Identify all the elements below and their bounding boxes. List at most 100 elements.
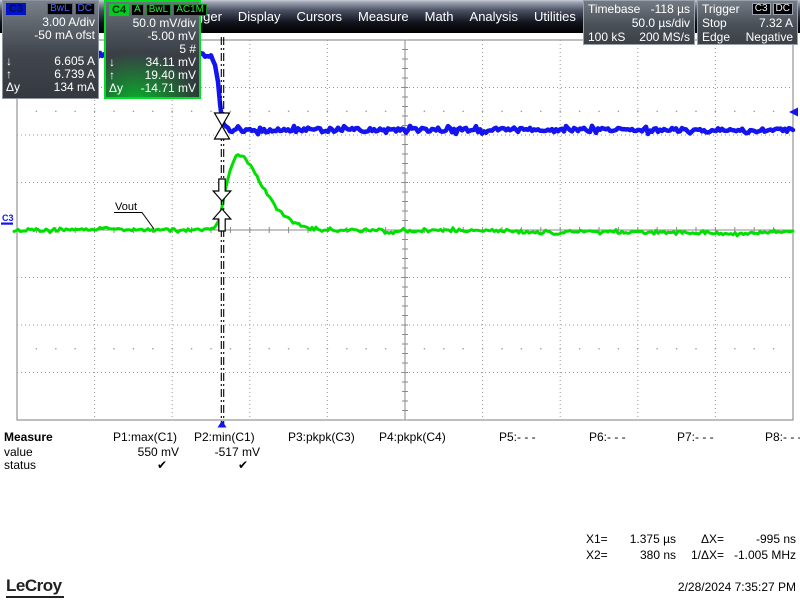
channel-badge-c3[interactable]: C3 (6, 3, 26, 15)
trigger-level: 7.32 A (759, 16, 793, 30)
grid-dot (230, 110, 232, 112)
grid-dot (249, 348, 251, 350)
grid-dot (385, 110, 387, 112)
grid-dot (753, 110, 755, 112)
grid-dot (443, 110, 445, 112)
grid-dot (501, 348, 503, 350)
grid-dot (656, 110, 658, 112)
channel-zero-marker-c3: C3 (2, 213, 14, 223)
timebase-delay: -118 µs (651, 2, 690, 16)
grid-dot (94, 348, 96, 350)
measure-param-label[interactable]: P1:max(C1) (113, 430, 183, 444)
cursor-readout: X1= 1.375 µs ΔX= -995 ns X2= 380 ns 1/ΔX… (586, 531, 798, 563)
grid-dot (521, 110, 523, 112)
grid-dot (288, 348, 290, 350)
grid-dot (579, 110, 581, 112)
dx-label: ΔX= (676, 531, 724, 547)
grid-dot (734, 110, 736, 112)
grid-dot (443, 348, 445, 350)
grid-dot (365, 348, 367, 350)
x1-label: X1= (586, 531, 616, 547)
measure-param-value: 550 mV (113, 445, 179, 459)
measure-param-label[interactable]: P8:- - - (765, 430, 800, 444)
grid-dot (171, 348, 173, 350)
grid-dot (365, 110, 367, 112)
trigger-kind: Edge (702, 30, 730, 44)
measure-param-label[interactable]: P3:pkpk(C3) (288, 430, 358, 444)
grid-dot (598, 110, 600, 112)
grid-dot (74, 348, 76, 350)
timebase-box[interactable]: Timebase -118 µs 50.0 µs/div 100 kS 200 … (583, 0, 695, 45)
grid-dot (540, 348, 542, 350)
measure-param-3: P3:pkpk(C3) (288, 430, 358, 444)
timebase-title: Timebase (588, 2, 640, 16)
grid-dot (249, 110, 251, 112)
measure-param-4: P4:pkpk(C4) (379, 430, 449, 444)
grid-dot (637, 110, 639, 112)
channel-descriptor-c3[interactable]: C3 BwLDC 3.00 A/div -50 mA ofst ↓6.605 A… (2, 0, 99, 99)
grid-dot (55, 348, 57, 350)
grid-dot (559, 110, 561, 112)
c3-offset: -50 mA ofst (6, 29, 95, 42)
grid-dot (773, 110, 775, 112)
trigger-title: Trigger (702, 2, 740, 16)
badge-bwl: BwL (146, 4, 171, 16)
lecroy-logo: LeCroy (6, 576, 64, 598)
measure-param-label[interactable]: P5:- - - (499, 430, 569, 444)
channel-badge-c4[interactable]: C4 (109, 4, 129, 16)
trigger-badge-dc: DC (773, 3, 793, 15)
grid-dot (695, 348, 697, 350)
grid-dot (210, 348, 212, 350)
timebase-rate: 200 MS/s (639, 30, 690, 44)
grid-dot (482, 348, 484, 350)
trigger-badges: C3DC (752, 3, 793, 15)
badge-a: A (131, 4, 144, 16)
channel-descriptor-c4[interactable]: C4 ABwLAC1M 50.0 mV/div -5.00 mV 5 # ↓34… (104, 0, 201, 99)
measure-param-label[interactable]: P4:pkpk(C4) (379, 430, 449, 444)
vout-trace[interactable] (14, 155, 793, 236)
channel-zero-marker-underline (1, 223, 13, 225)
measure-param-1: P1:max(C1)550 mV✔ (113, 430, 183, 444)
grid-dot (715, 348, 717, 350)
grid-dot (424, 348, 426, 350)
badge-dc: DC (75, 3, 95, 15)
x2-label: X2= (586, 547, 616, 563)
oscilloscope-screen: FileVerticalTimebaseTriggerDisplayCursor… (0, 0, 800, 600)
grid-dot (74, 110, 76, 112)
grid-dot (462, 110, 464, 112)
grid-dot (462, 348, 464, 350)
grid-dot (792, 348, 794, 350)
grid-dot (268, 348, 270, 350)
measure-param-label[interactable]: P2:min(C1) (194, 430, 264, 444)
dx-value: -995 ns (724, 531, 796, 547)
measure-param-8: P8:- - - (765, 430, 800, 444)
trigger-time-icon[interactable] (218, 421, 227, 428)
measure-title: Measure (4, 430, 53, 444)
grid-dot (637, 348, 639, 350)
trigger-slope: Negative (746, 30, 793, 44)
measure-param-label[interactable]: P7:- - - (677, 430, 747, 444)
grid-dot (327, 110, 329, 112)
invdx-value: -1.005 MHz (724, 547, 796, 563)
measure-param-label[interactable]: P6:- - - (589, 430, 659, 444)
measure-param-5: P5:- - - (499, 430, 569, 444)
grid-dot (36, 348, 38, 350)
grid-dot (113, 110, 115, 112)
c4-cursor-delta: -14.71 mV (141, 82, 196, 95)
vout-label: Vout (115, 201, 137, 213)
grid-dot (656, 348, 658, 350)
grid-dot (346, 110, 348, 112)
grid-dot (230, 348, 232, 350)
trigger-box[interactable]: Trigger C3DC Stop 7.32 A Edge Negative (697, 0, 798, 45)
grid-dot (618, 110, 620, 112)
grid-dot (152, 110, 154, 112)
trigger-mode: Stop (702, 16, 727, 30)
grid-dot (579, 348, 581, 350)
grid-dot (113, 348, 115, 350)
grid-dot (191, 348, 193, 350)
grid-dot (133, 348, 135, 350)
grid-dot (307, 110, 309, 112)
grid-dot (501, 110, 503, 112)
measure-value-row-label: value (4, 445, 33, 459)
grid-dot (521, 348, 523, 350)
